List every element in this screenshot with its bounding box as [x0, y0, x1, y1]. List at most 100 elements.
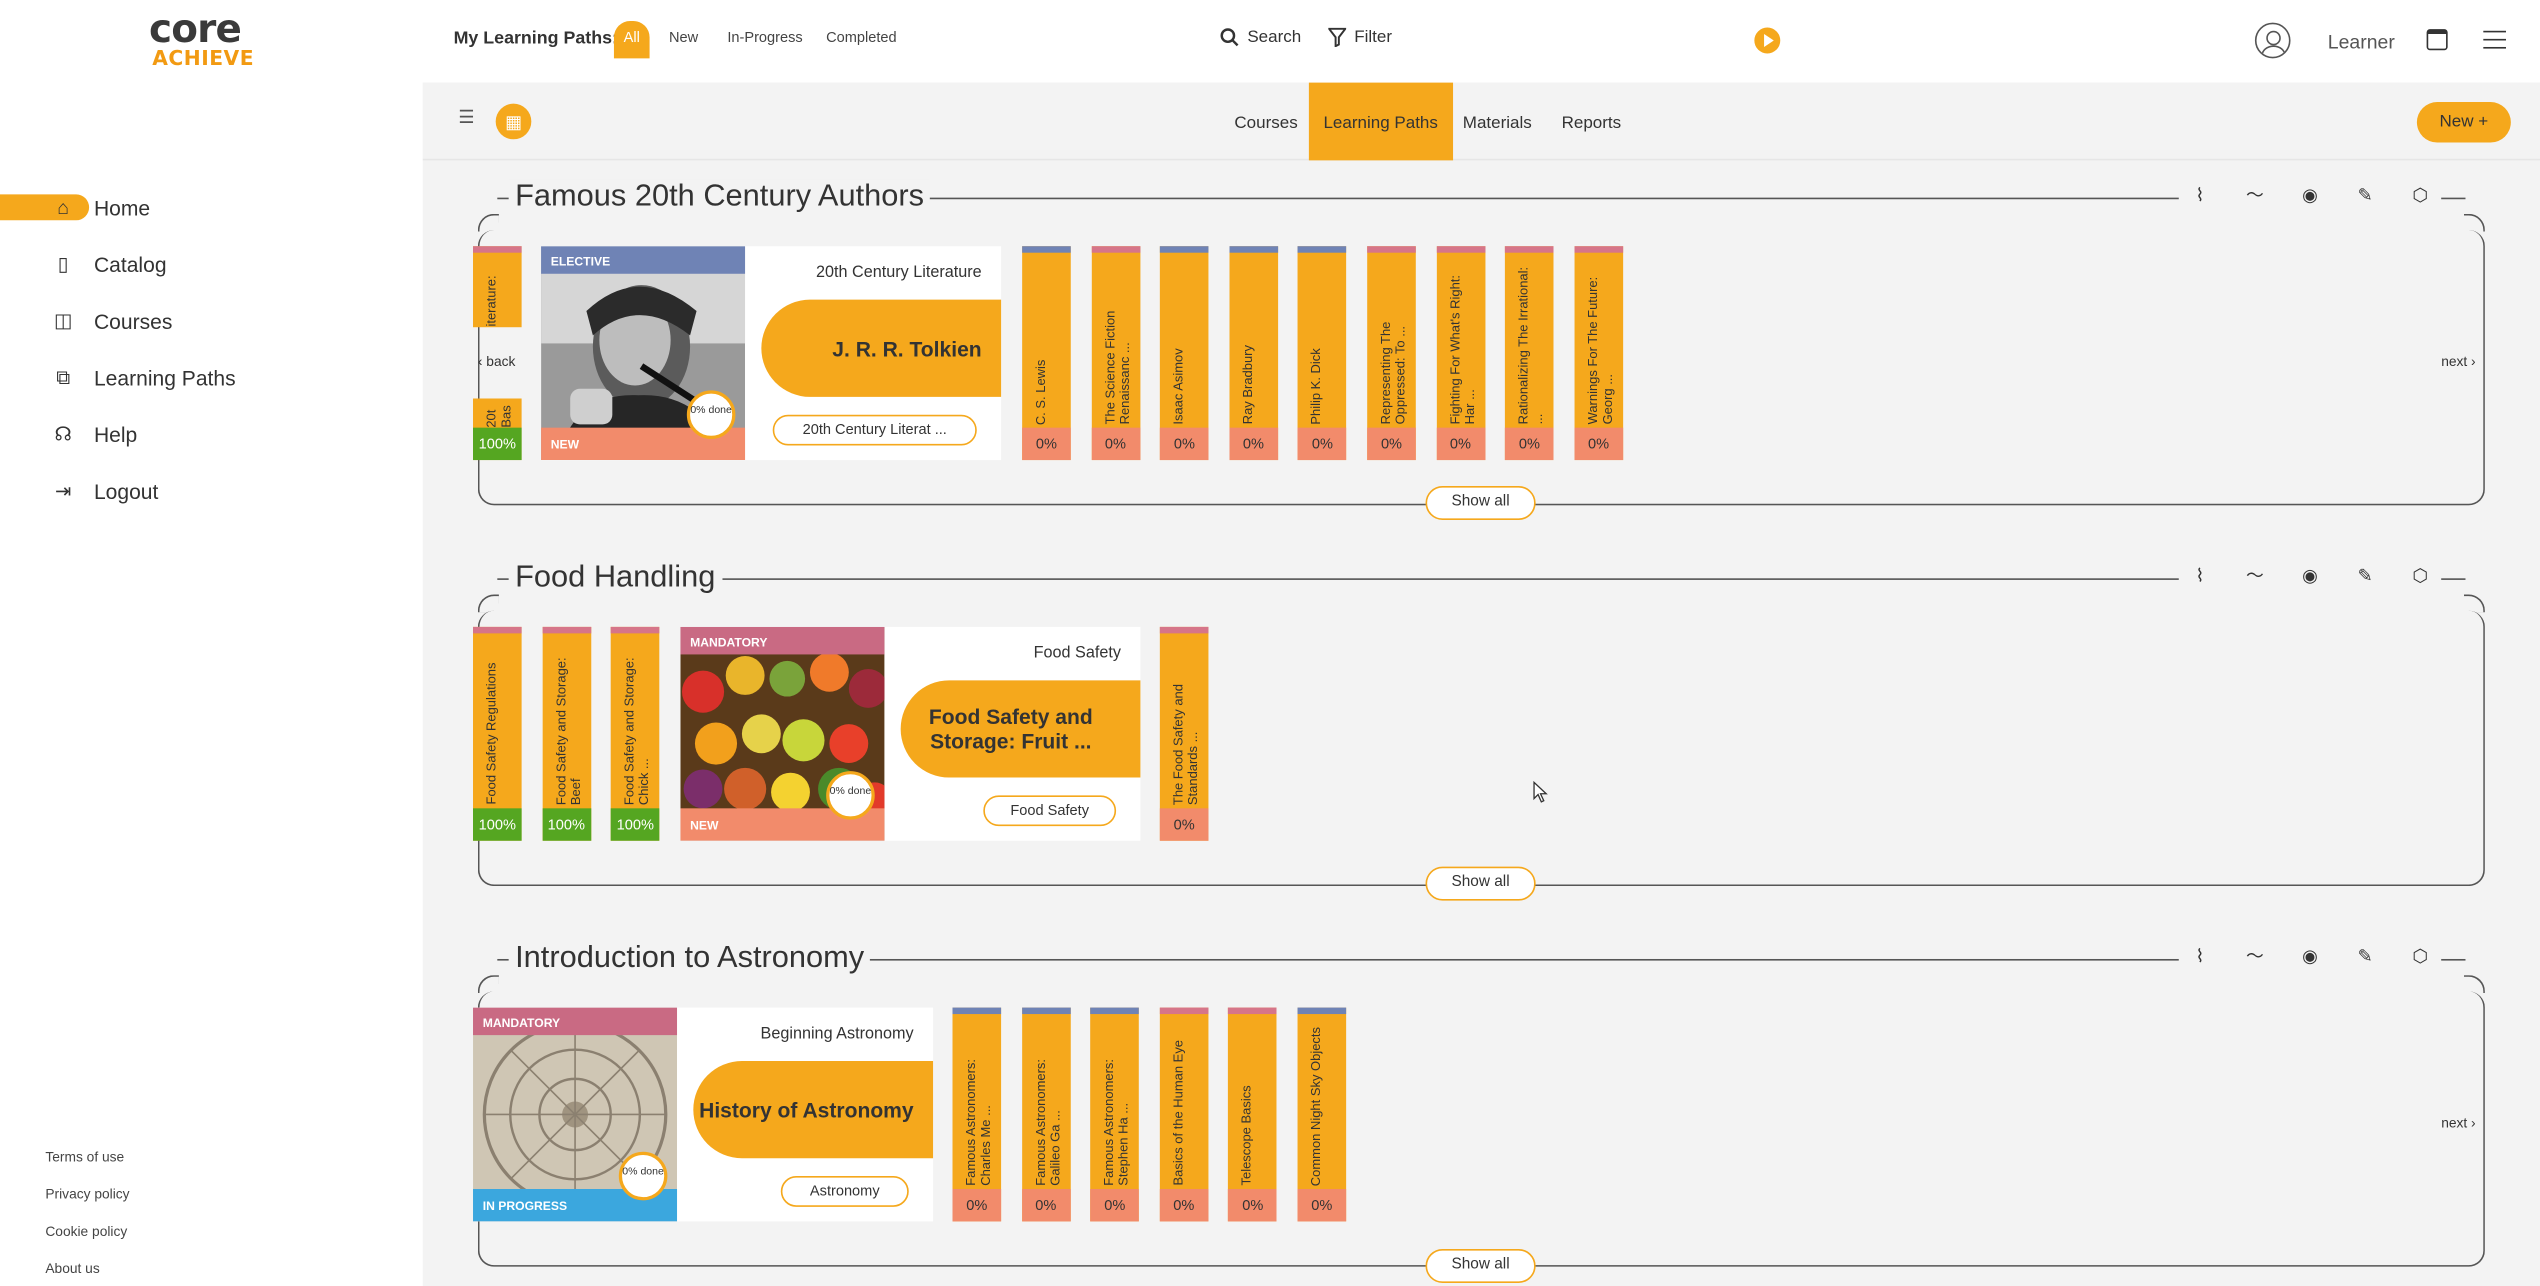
privacy-policy-link[interactable]: Privacy policy — [45, 1186, 129, 1202]
bar-label-wrap: Famous Astronomers: Galileo Ga ... — [1021, 1017, 1070, 1186]
filter-tab-new[interactable]: New — [669, 29, 698, 45]
user-role-label[interactable]: Learner — [2328, 31, 2395, 54]
trend-icon[interactable]: 〜 — [2244, 565, 2267, 588]
course-bar[interactable]: Telescope Basics 0% — [1228, 1007, 1278, 1222]
sidebar-item-learning-paths[interactable]: ⧉ Learning Paths — [0, 363, 324, 392]
course-bar[interactable]: Famous Astronomers: Galileo Ga ... 0% — [1021, 1007, 1071, 1222]
trend-icon[interactable]: 〜 — [2244, 185, 2267, 208]
user-avatar-icon[interactable] — [2254, 22, 2291, 59]
calendar-icon[interactable] — [2426, 29, 2448, 51]
section-title: Food Handling — [508, 560, 722, 597]
paperclip-icon[interactable]: ⌇ — [2188, 185, 2211, 208]
show-all-button[interactable]: Show all — [1425, 866, 1536, 901]
paperclip-icon[interactable]: ⌇ — [2188, 565, 2211, 588]
card-chip[interactable]: 20th Century Literat ... — [772, 414, 977, 446]
featured-course-card[interactable]: MANDATORY IN PROGRESS 0% done Beginning … — [473, 1007, 934, 1222]
new-button[interactable]: New + — [2416, 102, 2511, 143]
cube-icon[interactable]: ⬡ — [2409, 565, 2432, 588]
eye-icon[interactable]: ◉ — [2299, 185, 2322, 208]
logo-core-text: core — [149, 6, 242, 52]
filter-tab-all[interactable]: All — [613, 21, 650, 59]
tab-learning-paths[interactable]: Learning Paths — [1308, 82, 1453, 161]
bar-label-wrap: Basics of the Human Eye — [1160, 1017, 1209, 1186]
course-bar[interactable]: Representing The Oppressed: To ... 0% — [1367, 246, 1416, 461]
section-title: Famous 20th Century Authors — [508, 179, 931, 216]
tab-courses[interactable]: Courses — [1234, 113, 1297, 132]
section-actions: ⌇ 〜 ◉ ✎ ⬡ — [2178, 946, 2442, 969]
section-actions: ⌇ 〜 ◉ ✎ ⬡ — [2178, 184, 2442, 208]
bar-label: Fighting For What's Right: Har ... — [1447, 275, 1477, 425]
cube-icon[interactable]: ⬡ — [2409, 185, 2432, 208]
course-bar[interactable]: Food Safety and Storage: Chick ... 100% — [611, 626, 660, 841]
pen-icon[interactable]: ✎ — [2354, 946, 2377, 969]
play-icon[interactable] — [1754, 27, 1781, 54]
sidebar-item-catalog[interactable]: ▯ Catalog — [0, 249, 324, 278]
bar-progress: 0% — [1436, 427, 1485, 461]
course-bar[interactable]: C. S. Lewis 0% — [1022, 246, 1071, 461]
show-all-button[interactable]: Show all — [1425, 485, 1536, 520]
course-bar[interactable]: Famous Astronomers: Stephen Ha ... 0% — [1090, 1007, 1140, 1222]
course-bar[interactable]: Basics of the Human Eye 0% — [1159, 1007, 1209, 1222]
sidebar-item-courses[interactable]: ◫ Courses — [0, 306, 324, 335]
course-bar[interactable]: Philip K. Dick 0% — [1298, 246, 1347, 461]
trend-icon[interactable]: 〜 — [2244, 946, 2267, 969]
bar-label-wrap: iterature: — [473, 256, 522, 327]
filter-tab-completed[interactable]: Completed — [826, 29, 897, 45]
course-bar[interactable]: Warnings For The Future: Georg ... 0% — [1574, 246, 1623, 461]
course-bar[interactable]: Fighting For What's Right: Har ... 0% — [1436, 246, 1485, 461]
sidebar-item-label: Home — [93, 195, 151, 220]
core-achieve-logo[interactable]: core ACHIEVE — [149, 10, 279, 72]
pen-icon[interactable]: ✎ — [2354, 185, 2377, 208]
partial-course-bar[interactable]: iterature: — [473, 246, 522, 328]
featured-course-card[interactable]: ELECTIVE NEW 0% done 20th Century Litera… — [541, 246, 1002, 461]
partial-course-bar[interactable]: 20t Bas 100% — [473, 398, 522, 461]
bar-label-wrap: C. S. Lewis — [1022, 256, 1071, 425]
sidebar-item-label: Catalog — [93, 251, 167, 277]
bar-cap — [1021, 1007, 1071, 1015]
course-bar[interactable]: Common Night Sky Objects 0% — [1297, 1007, 1347, 1222]
pen-icon[interactable]: ✎ — [2354, 565, 2377, 588]
tab-reports[interactable]: Reports — [1562, 113, 1622, 132]
course-bar[interactable]: Rationalizing The Irrational: ... 0% — [1505, 246, 1554, 461]
course-bar[interactable]: The Food Safety and Standards ... 0% — [1159, 626, 1209, 841]
cube-icon[interactable]: ⬡ — [2409, 946, 2432, 969]
course-bar[interactable]: Famous Astronomers: Charles Me ... 0% — [952, 1007, 1002, 1222]
paperclip-icon[interactable]: ⌇ — [2188, 946, 2211, 969]
featured-course-card[interactable]: MANDATORY NEW 0% done Food Safety Food S… — [680, 626, 1141, 841]
eye-icon[interactable]: ◉ — [2299, 565, 2322, 588]
course-bar[interactable]: The Science Fiction Renaissanc ... 0% — [1091, 246, 1140, 461]
bar-cap — [1297, 1007, 1347, 1015]
bar-cap — [473, 626, 522, 634]
bar-cap — [473, 246, 522, 253]
cookie-policy-link[interactable]: Cookie policy — [45, 1223, 127, 1239]
carousel-next-link[interactable]: next › — [2441, 353, 2475, 369]
sidebar-item-home[interactable]: ⌂ Home — [0, 193, 324, 222]
search-button[interactable]: Search — [1220, 28, 1301, 47]
card-chip[interactable]: Astronomy — [780, 1176, 909, 1207]
filter-button[interactable]: Filter — [1328, 28, 1392, 47]
filter-tab-in-progress[interactable]: In-Progress — [727, 29, 802, 45]
bar-progress: 0% — [1021, 1189, 1071, 1222]
bar-label: Famous Astronomers: Stephen Ha ... — [1101, 1059, 1131, 1186]
course-bar[interactable]: Food Safety and Storage: Beef 100% — [542, 626, 591, 841]
bar-progress: 100% — [473, 427, 522, 461]
bar-label: C. S. Lewis — [1033, 358, 1049, 425]
course-bar[interactable]: Isaac Asimov 0% — [1160, 246, 1209, 461]
home-icon: ⌂ — [57, 196, 70, 219]
course-bar[interactable]: Ray Bradbury 0% — [1229, 246, 1278, 461]
eye-icon[interactable]: ◉ — [2299, 946, 2322, 969]
carousel-next-link[interactable]: next › — [2441, 1114, 2475, 1130]
grid-view-icon[interactable]: ▦ — [495, 103, 532, 140]
sidebar-item-logout[interactable]: ⇥ Logout — [0, 476, 324, 505]
list-view-icon[interactable]: ☰ — [458, 109, 477, 127]
carousel-back-link[interactable]: ‹ back — [478, 353, 516, 369]
tab-materials[interactable]: Materials — [1463, 113, 1532, 132]
about-us-link[interactable]: About us — [45, 1260, 99, 1276]
sidebar-item-help[interactable]: ☊ Help — [0, 420, 324, 449]
show-all-button[interactable]: Show all — [1425, 1248, 1536, 1283]
course-bar[interactable]: Food Safety Regulations 100% — [473, 626, 522, 841]
terms-of-use-link[interactable]: Terms of use — [45, 1149, 124, 1165]
hamburger-menu-icon[interactable] — [2483, 30, 2506, 49]
bar-cap — [611, 626, 660, 634]
card-chip[interactable]: Food Safety — [983, 795, 1117, 827]
